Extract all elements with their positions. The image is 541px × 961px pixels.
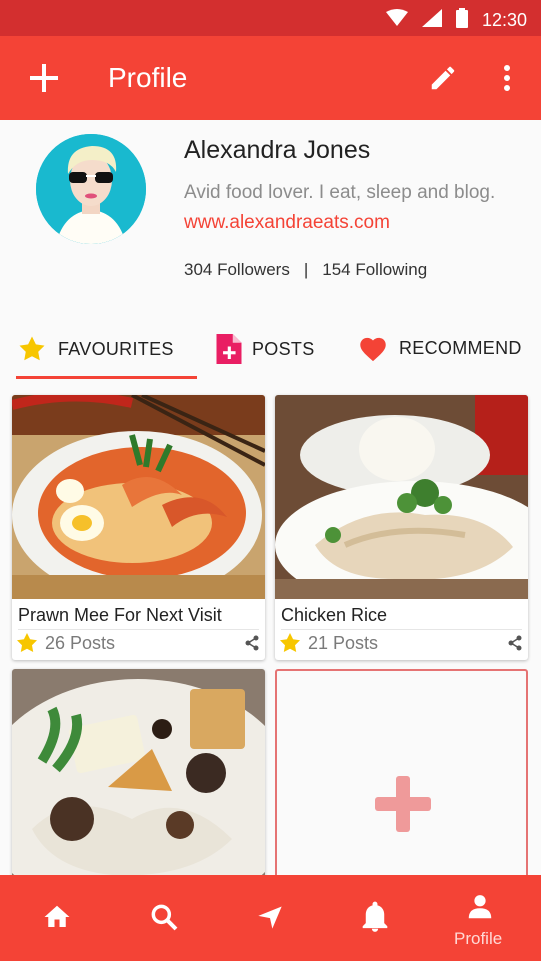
tab-label: RECOMMEND	[399, 337, 522, 358]
bell-icon	[362, 901, 388, 932]
profile-header: Alexandra Jones Avid food lover. I eat, …	[0, 120, 541, 320]
tab-recommend[interactable]: RECOMMEND	[357, 334, 522, 362]
pencil-icon	[431, 66, 455, 90]
battery-icon	[455, 8, 468, 33]
app-bar: Profile	[0, 36, 541, 120]
tab-favourites[interactable]: FAVOURITES	[16, 334, 174, 364]
plus-icon	[375, 776, 431, 832]
plus-icon	[30, 64, 58, 92]
card-meta: 21 Posts	[278, 631, 378, 655]
navigation-arrow-icon	[258, 906, 282, 929]
nav-search[interactable]	[144, 897, 184, 937]
search-icon	[151, 904, 178, 931]
nav-home[interactable]	[37, 897, 77, 937]
nav-profile-label: Profile	[454, 929, 503, 948]
page-title: Profile	[108, 62, 188, 93]
tab-label: POSTS	[252, 338, 315, 359]
post-add-icon	[216, 334, 242, 364]
avatar[interactable]	[36, 134, 146, 244]
star-icon	[17, 633, 37, 652]
stats-separator: |	[303, 260, 309, 279]
tab-posts[interactable]: POSTS	[216, 334, 315, 364]
tab-label: FAVOURITES	[58, 338, 174, 359]
active-tab-indicator	[16, 376, 197, 379]
profile-bio: Avid food lover. I eat, sleep and blog.	[184, 182, 496, 203]
food-image-chicken-rice	[275, 395, 528, 609]
tab-bar: FAVOURITES POSTS RECOMMEND	[0, 320, 541, 386]
card-meta: 26 Posts	[15, 631, 115, 655]
share-button[interactable]	[245, 635, 259, 651]
wifi-icon	[385, 9, 408, 32]
share-icon	[508, 635, 522, 651]
bottom-navigation: Profile	[0, 875, 541, 961]
card-post-count: 26 Posts	[45, 632, 116, 653]
profile-stats: 304 Followers | 154 Following	[184, 260, 427, 280]
collection-card[interactable]: Chicken Rice 21 Posts	[275, 395, 528, 660]
heart-icon	[360, 337, 386, 362]
nav-profile[interactable]	[460, 887, 500, 927]
card-divider	[18, 629, 259, 630]
nav-notifications[interactable]	[355, 897, 395, 937]
food-image-prawn-mee	[12, 395, 265, 599]
card-title: Chicken Rice	[281, 605, 388, 625]
profile-name: Alexandra Jones	[184, 136, 371, 164]
card-divider	[281, 629, 522, 630]
card-post-count: 21 Posts	[308, 632, 379, 653]
star-icon	[19, 336, 45, 361]
nav-navigate[interactable]	[250, 897, 290, 937]
food-image-noodle-bowl	[12, 669, 265, 919]
person-icon	[468, 895, 492, 919]
edit-button[interactable]	[428, 63, 458, 93]
status-bar: 12:30	[0, 0, 541, 36]
star-icon	[280, 633, 300, 652]
share-icon	[245, 635, 259, 651]
collection-card[interactable]: Prawn Mee For Next Visit 26 Posts	[12, 395, 265, 660]
more-vert-icon	[504, 65, 510, 91]
status-time: 12:30	[481, 10, 527, 30]
profile-website-link[interactable]: www.alexandraeats.com	[184, 212, 390, 234]
add-button[interactable]	[24, 58, 64, 98]
share-button[interactable]	[508, 635, 522, 651]
signal-icon	[421, 9, 442, 32]
followers-count[interactable]: 304 Followers	[184, 260, 290, 280]
following-count[interactable]: 154 Following	[322, 260, 427, 280]
card-title: Prawn Mee For Next Visit	[18, 605, 222, 625]
more-options-button[interactable]	[496, 63, 518, 93]
home-icon	[44, 905, 70, 927]
